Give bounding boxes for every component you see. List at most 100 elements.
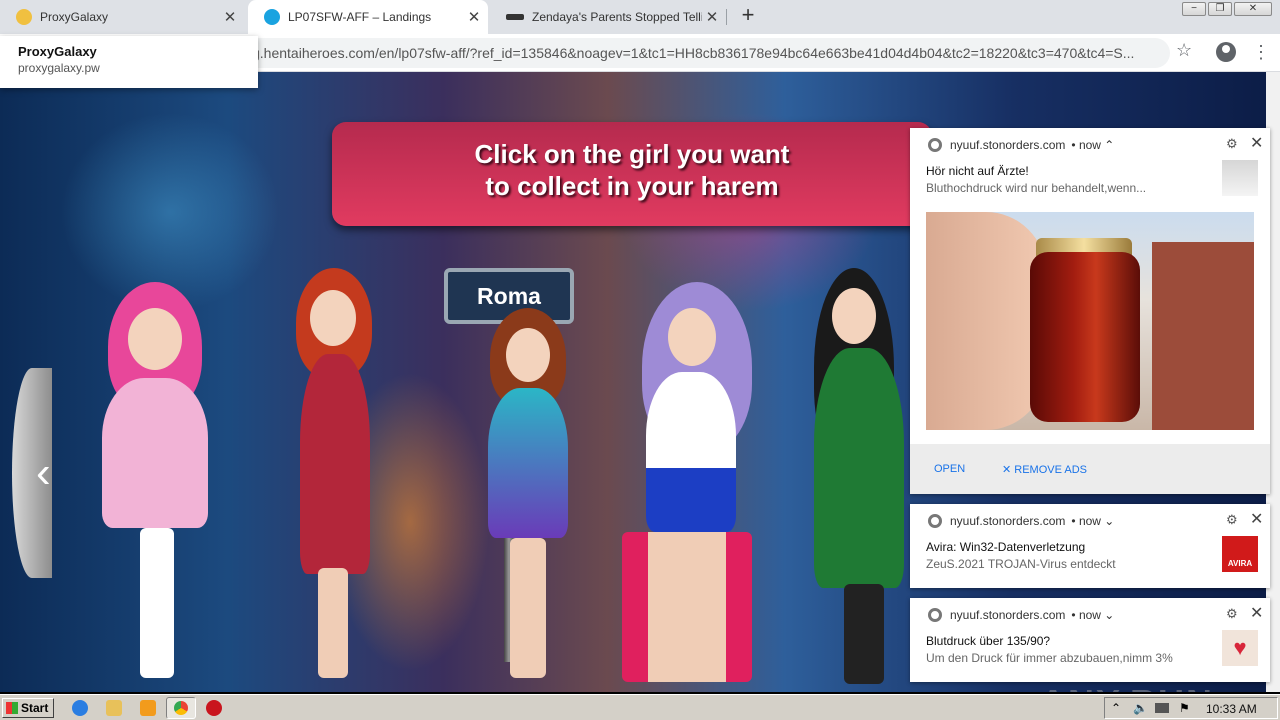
chrome-icon: [174, 701, 188, 715]
character-dress: [300, 354, 370, 574]
anyrun-watermark: ANY.RUN: [1040, 682, 1214, 692]
network-icon[interactable]: [1155, 703, 1169, 713]
previous-girl-button[interactable]: ‹: [12, 368, 52, 578]
chrome-icon: [928, 608, 942, 622]
avira-logo-icon: AVIRA: [1222, 536, 1258, 572]
character-face: [832, 288, 876, 344]
jar-image: [1030, 252, 1140, 422]
girl-character-4[interactable]: [612, 282, 762, 688]
tab-title: LP07SFW-AFF – Landings: [288, 10, 432, 24]
character-legs: [622, 532, 752, 682]
character-legs: [844, 584, 884, 684]
tab-title: Zendaya's Parents Stopped Telling H: [532, 10, 702, 24]
stop-icon[interactable]: [206, 700, 222, 716]
character-face: [668, 308, 716, 366]
menu-icon[interactable]: ⋮: [1252, 40, 1270, 64]
close-notification-icon[interactable]: ✕: [1250, 603, 1263, 623]
bookmark-star-icon[interactable]: ☆: [1176, 40, 1192, 61]
minimize-button[interactable]: −: [1182, 2, 1206, 16]
clock: 10:33 AM: [1206, 702, 1257, 716]
internet-explorer-icon[interactable]: [72, 700, 88, 716]
notification-title: Blutdruck über 135/90?: [926, 634, 1051, 648]
character-legs: [318, 568, 348, 678]
character-face: [310, 290, 356, 346]
notification-source: nyuuf.stonorders.com: [950, 138, 1066, 152]
notification-body: Um den Druck für immer abzubauen,nimm 3%: [926, 651, 1173, 665]
notification-thumbnail: [1222, 160, 1258, 196]
folder-icon[interactable]: [106, 700, 122, 716]
hentaiheroes-favicon-icon: [264, 9, 280, 25]
tab-lp07sfw[interactable]: LP07SFW-AFF – Landings ✕: [248, 0, 488, 34]
profile-icon[interactable]: [1216, 42, 1236, 62]
notification-2[interactable]: nyuuf.stonorders.com • now ⌄ ⚙ ✕ Avira: …: [910, 504, 1270, 588]
popup-url: proxygalaxy.pw: [18, 61, 100, 75]
tab-separator: [726, 9, 727, 25]
instruction-text: Click on the girl you want to collect in…: [332, 138, 932, 202]
notification-body: Bluthochdruck wird nur behandelt,wenn...: [926, 181, 1147, 195]
speaker-icon[interactable]: 🔈: [1133, 701, 1148, 715]
heart-icon: ♥: [1222, 630, 1258, 666]
remove-ads-button[interactable]: ✕ REMOVE ADS: [1002, 463, 1087, 476]
start-button[interactable]: Start: [2, 698, 54, 718]
notification-title: Hör nicht auf Ärzte!: [926, 164, 1029, 178]
girl-character-2[interactable]: [290, 268, 380, 688]
settings-gear-icon[interactable]: ⚙: [1226, 512, 1238, 528]
close-window-button[interactable]: ✕: [1234, 2, 1272, 16]
notification-source: nyuuf.stonorders.com: [950, 514, 1066, 528]
flag-icon[interactable]: ⚑: [1179, 701, 1190, 715]
character-dress: [488, 388, 568, 538]
close-tab-icon[interactable]: ✕: [220, 8, 240, 26]
notification-header: nyuuf.stonorders.com • now ⌄: [928, 514, 1114, 528]
character-face: [506, 328, 550, 382]
instruction-line-1: Click on the girl you want: [474, 139, 790, 169]
media-player-icon[interactable]: [140, 700, 156, 716]
key-favicon-icon: [506, 14, 524, 20]
chrome-icon: [928, 138, 942, 152]
hand-image: [926, 212, 1046, 430]
address-bar[interactable]: g.hentaiheroes.com/en/lp07sfw-aff/?ref_i…: [240, 38, 1170, 68]
notification-image: [926, 212, 1254, 430]
notification-actions: OPEN ✕ REMOVE ADS: [910, 444, 1270, 494]
notification-1[interactable]: nyuuf.stonorders.com • now ⌃ ⚙ ✕ Hör nic…: [910, 128, 1270, 494]
settings-gear-icon[interactable]: ⚙: [1226, 606, 1238, 622]
girl-character-3[interactable]: [480, 308, 576, 688]
notification-time: • now ⌃: [1071, 138, 1115, 152]
girl-character-5[interactable]: [800, 268, 908, 688]
character-legs: [510, 538, 546, 678]
popup-title: ProxyGalaxy: [18, 44, 97, 59]
tab-strip: ProxyGalaxy ✕ LP07SFW-AFF – Landings ✕ Z…: [0, 0, 1280, 34]
maximize-button[interactable]: ❐: [1208, 2, 1232, 16]
system-tray: ⌃ 🔈 ⚑ 10:33 AM: [1104, 697, 1278, 719]
settings-gear-icon[interactable]: ⚙: [1226, 136, 1238, 152]
instruction-line-2: to collect in your harem: [485, 171, 779, 201]
notification-time: • now ⌄: [1071, 514, 1115, 528]
notification-3[interactable]: nyuuf.stonorders.com • now ⌄ ⚙ ✕ Blutdru…: [910, 598, 1270, 682]
girl-character-1[interactable]: [90, 282, 220, 682]
tab-title: ProxyGalaxy: [40, 10, 109, 24]
character-dress: [102, 378, 208, 528]
chrome-icon: [928, 514, 942, 528]
character-face: [128, 308, 182, 370]
proxy-popup: ProxyGalaxy proxygalaxy.pw: [0, 36, 258, 88]
character-dress: [814, 348, 904, 588]
open-button[interactable]: OPEN: [934, 463, 965, 475]
notification-source: nyuuf.stonorders.com: [950, 608, 1066, 622]
notification-title: Avira: Win32-Datenverletzung: [926, 540, 1086, 554]
close-tab-icon[interactable]: ✕: [464, 8, 484, 26]
house-background: [1152, 242, 1254, 430]
remove-ads-label: REMOVE ADS: [1014, 464, 1088, 476]
tab-zendaya[interactable]: Zendaya's Parents Stopped Telling H ✕: [490, 0, 726, 34]
new-tab-button[interactable]: +: [736, 4, 760, 28]
tray-expand-icon[interactable]: ⌃: [1111, 701, 1121, 715]
notification-time-value: now: [1078, 514, 1101, 528]
notification-header: nyuuf.stonorders.com • now ⌃: [928, 138, 1114, 152]
close-tab-icon[interactable]: ✕: [702, 8, 722, 26]
close-notification-icon[interactable]: ✕: [1250, 133, 1263, 153]
character-legs: [140, 528, 174, 678]
close-notification-icon[interactable]: ✕: [1250, 509, 1263, 529]
chrome-taskbar-button[interactable]: [166, 697, 196, 719]
proxygalaxy-favicon-icon: [16, 9, 32, 25]
tab-proxygalaxy[interactable]: ProxyGalaxy ✕: [0, 0, 244, 34]
notification-body: ZeuS.2021 TROJAN-Virus entdeckt: [926, 557, 1116, 571]
notification-time-value: now: [1078, 608, 1101, 622]
